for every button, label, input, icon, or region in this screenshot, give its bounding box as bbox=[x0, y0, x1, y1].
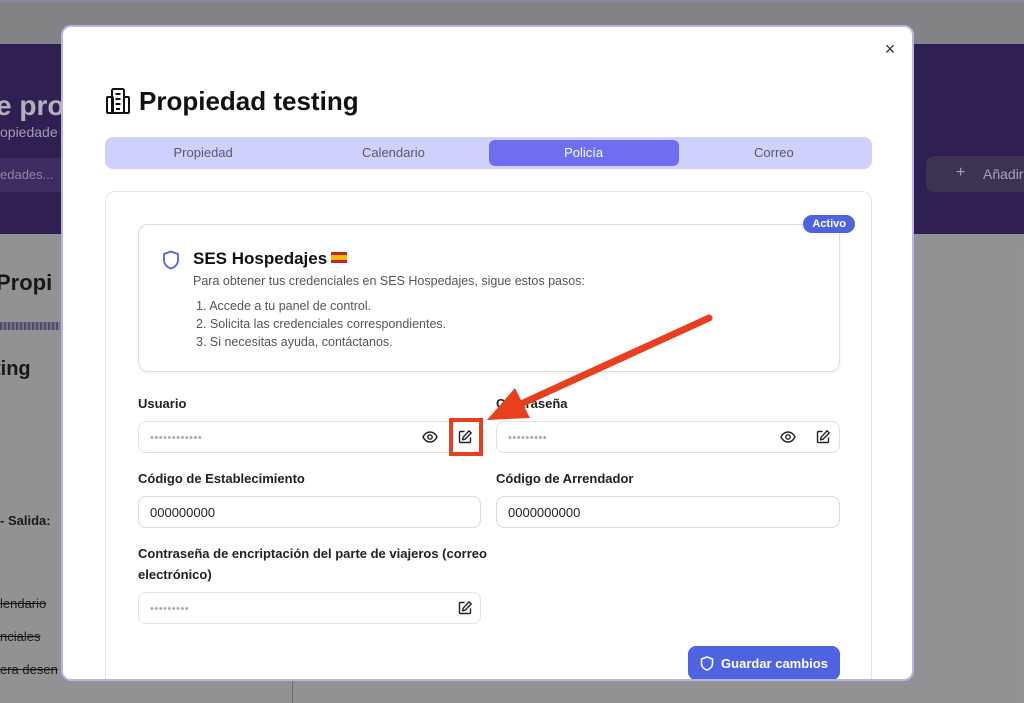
instruction-step: 2. Solicita las credenciales correspondi… bbox=[196, 317, 447, 331]
arrendador-label: Código de Arrendador bbox=[496, 471, 634, 486]
modal-header: Propiedad testing bbox=[105, 85, 359, 117]
ses-title-row: SES Hospedajes bbox=[193, 249, 348, 269]
shield-icon bbox=[163, 250, 179, 270]
establecimiento-input[interactable]: 000000000 bbox=[138, 496, 481, 528]
usuario-masked-value: •••••••••••• bbox=[150, 432, 203, 444]
establecimiento-label: Código de Establecimiento bbox=[138, 471, 305, 486]
property-modal: × Propiedad testing Propiedad Calendario… bbox=[61, 25, 914, 681]
save-button[interactable]: Guardar cambios bbox=[688, 646, 840, 679]
annotation-highlight-box bbox=[449, 418, 483, 456]
ses-info-card: Activo SES Hospedajes Para obtener tus c… bbox=[138, 215, 855, 372]
usuario-field[interactable]: •••••••••••• bbox=[138, 421, 481, 453]
close-button[interactable]: × bbox=[880, 39, 900, 59]
password-label: Contraseña bbox=[496, 396, 568, 411]
policia-panel: Activo SES Hospedajes Para obtener tus c… bbox=[105, 191, 872, 679]
encryption-label: Contraseña de encriptación del parte de … bbox=[138, 546, 487, 561]
edit-icon[interactable] bbox=[815, 429, 831, 445]
eye-icon[interactable] bbox=[422, 429, 438, 445]
tab-propiedad[interactable]: Propiedad bbox=[108, 140, 298, 166]
tab-policia[interactable]: Policía bbox=[488, 140, 679, 166]
establecimiento-value: 000000000 bbox=[150, 505, 216, 520]
ses-description: Para obtener tus credenciales en SES Hos… bbox=[193, 274, 585, 288]
ses-title: SES Hospedajes bbox=[193, 249, 328, 268]
instruction-step: 1. Accede a tu panel de control. bbox=[196, 299, 372, 313]
tab-correo[interactable]: Correo bbox=[679, 140, 869, 166]
encryption-field[interactable]: ••••••••• bbox=[138, 592, 481, 624]
tab-calendario[interactable]: Calendario bbox=[298, 140, 488, 166]
edit-icon[interactable] bbox=[457, 600, 473, 616]
status-badge: Activo bbox=[803, 215, 855, 233]
modal-title: Propiedad testing bbox=[139, 85, 359, 116]
tab-bar: Propiedad Calendario Policía Correo bbox=[105, 137, 872, 169]
password-masked-value: ••••••••• bbox=[508, 432, 548, 444]
usuario-label: Usuario bbox=[138, 396, 187, 411]
eye-icon[interactable] bbox=[780, 429, 796, 445]
arrendador-value: 0000000000 bbox=[508, 505, 581, 520]
spain-flag-icon bbox=[331, 252, 348, 263]
building-icon bbox=[106, 88, 130, 114]
encryption-masked-value: ••••••••• bbox=[150, 603, 190, 615]
encryption-label-cont: electrónico) bbox=[138, 567, 212, 582]
save-button-label: Guardar cambios bbox=[721, 655, 828, 671]
password-field[interactable]: ••••••••• bbox=[496, 421, 840, 453]
instruction-step: 3. Si necesitas ayuda, contáctanos. bbox=[196, 335, 393, 349]
shield-icon bbox=[700, 655, 714, 671]
arrendador-input[interactable]: 0000000000 bbox=[496, 496, 840, 528]
